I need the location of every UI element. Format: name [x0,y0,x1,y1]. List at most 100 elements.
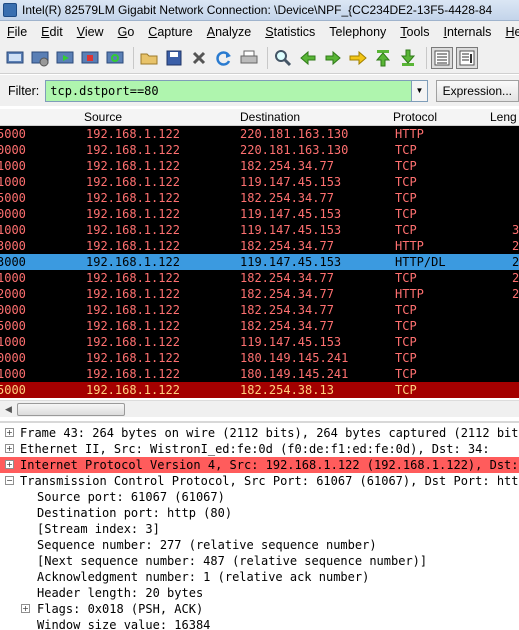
auto-scroll-button[interactable] [456,46,478,69]
menu-help[interactable]: Help [498,25,519,39]
detail-text: Ethernet II, Src: WistronI_ed:fe:0d (f0:… [20,442,490,456]
packet-destination: 182.254.34.77 [240,159,334,173]
packet-row[interactable]: 1000 192.168.1.122 180.149.145.241 TCP [0,366,519,382]
close-file-button[interactable] [188,47,210,69]
menu-internals[interactable]: Internals [436,25,498,39]
detail-tree-item[interactable]: Header length: 20 bytes [0,585,519,601]
packet-row[interactable]: 0000 192.168.1.122 119.147.45.153 TCP [0,206,519,222]
expression-button[interactable]: Expression... [435,79,519,102]
expand-icon[interactable]: + [5,444,14,453]
packet-row[interactable]: 1000 192.168.1.122 182.254.34.77 TCP 2 [0,270,519,286]
close-file-icon [192,51,206,64]
detail-text: Sequence number: 277 (relative sequence … [37,538,377,552]
packet-row[interactable]: 1000 192.168.1.122 182.254.34.77 TCP [0,158,519,174]
detail-text: Frame 43: 264 bytes on wire (2112 bits),… [20,426,519,440]
print-button[interactable] [238,47,260,69]
detail-tree-item[interactable]: + Flags: 0x018 (PSH, ACK) [0,601,519,617]
packet-row[interactable]: 0000 192.168.1.122 220.181.163.130 TCP [0,142,519,158]
packet-row[interactable]: 5000 192.168.1.122 182.254.38.13 TCP [0,382,519,398]
packet-row[interactable]: 5000 192.168.1.122 182.254.34.77 TCP [0,190,519,206]
detail-tree-item[interactable]: + Internet Protocol Version 4, Src: 192.1… [0,457,519,473]
detail-tree-item[interactable]: + Frame 43: 264 bytes on wire (2112 bits)… [0,425,519,441]
packet-destination: 220.181.163.130 [240,127,349,141]
detail-tree-item[interactable]: Acknowledgment number: 1 (relative ack n… [0,569,519,585]
interface-list-button[interactable] [4,47,26,69]
detail-tree-item[interactable]: [Stream index: 3] [0,521,519,537]
packet-source: 192.168.1.122 [86,207,180,221]
packet-time: 5000 [0,127,26,141]
packet-row[interactable]: 0000 192.168.1.122 180.149.145.241 TCP [0,350,519,366]
scroll-left-icon[interactable]: ◀ [1,402,16,417]
packet-list-hscrollbar[interactable]: ◀ [0,400,519,417]
column-header-protocol[interactable]: Protocol [393,110,437,124]
detail-tree-item[interactable]: Source port: 61067 (61067) [0,489,519,505]
packet-row[interactable]: 5000 192.168.1.122 220.181.163.130 HTTP [0,126,519,142]
go-back-button[interactable] [297,47,319,69]
packet-row[interactable]: 1000 192.168.1.122 119.147.45.153 TCP [0,174,519,190]
filter-dropdown-button[interactable]: ▼ [412,79,428,102]
menu-edit[interactable]: Edit [34,25,70,39]
detail-text: [Stream index: 3] [37,522,160,536]
packet-row[interactable]: 5000 192.168.1.122 182.254.34.77 TCP [0,318,519,334]
column-header-length[interactable]: Leng [490,110,517,124]
start-capture-button[interactable] [54,47,76,69]
packet-row[interactable]: 3000 192.168.1.122 182.254.34.77 HTTP 2 [0,238,519,254]
collapse-icon[interactable]: − [5,476,14,485]
stop-capture-button[interactable] [79,47,101,69]
packet-row[interactable]: 0000 192.168.1.122 182.254.34.77 TCP [0,302,519,318]
go-to-packet-button[interactable] [347,47,369,69]
packet-protocol: TCP [395,223,417,237]
packet-protocol: TCP [395,175,417,189]
packet-row[interactable]: 1000 192.168.1.122 119.147.45.153 TCP 3 [0,222,519,238]
capture-options-button[interactable] [29,47,51,69]
packet-row[interactable]: 3000 192.168.1.122 119.147.45.153 HTTP/DL 2 [0,254,519,270]
expand-icon[interactable]: + [21,604,30,613]
packet-source: 192.168.1.122 [86,143,180,157]
detail-tree-item[interactable]: Destination port: http (80) [0,505,519,521]
packet-length: 2 [512,287,519,301]
go-forward-button[interactable] [322,47,344,69]
packet-list[interactable]: 5000 192.168.1.122 220.181.163.130 HTTP 0000… [0,126,519,398]
window-title: Intel(R) 82579LM Gigabit Network Connect… [22,3,493,17]
packet-destination: 182.254.34.77 [240,271,334,285]
colorize-button[interactable] [431,46,453,69]
expand-icon[interactable]: + [5,460,14,469]
column-header-destination[interactable]: Destination [240,110,300,124]
packet-details-pane[interactable]: + Frame 43: 264 bytes on wire (2112 bits)… [0,421,519,630]
restart-capture-button[interactable] [104,47,126,69]
packet-destination: 182.254.34.77 [240,239,334,253]
detail-tree-item[interactable]: − Transmission Control Protocol, Src Port… [0,473,519,489]
packet-row[interactable]: 2000 192.168.1.122 182.254.34.77 HTTP 2 [0,286,519,302]
colorize-icon [434,50,450,65]
menu-tools[interactable]: Tools [393,25,436,39]
scrollbar-thumb[interactable] [17,403,125,416]
detail-tree-item[interactable]: Window size value: 16384 [0,617,519,630]
packet-row[interactable]: 1000 192.168.1.122 119.147.45.153 TCP [0,334,519,350]
find-packet-button[interactable] [272,47,294,69]
detail-tree-item[interactable]: + Ethernet II, Src: WistronI_ed:fe:0d (f0… [0,441,519,457]
reload-button[interactable] [213,47,235,69]
menu-telephony[interactable]: Telephony [322,25,393,39]
go-first-packet-button[interactable] [372,47,394,69]
packet-time: 3000 [0,255,26,269]
column-header-source[interactable]: Source [84,110,122,124]
go-back-icon [300,50,316,65]
menu-analyze[interactable]: Analyze [200,25,258,39]
save-file-button[interactable] [163,47,185,69]
detail-tree-item[interactable]: [Next sequence number: 487 (relative seq… [0,553,519,569]
menu-file[interactable]: File [0,25,34,39]
display-filter-input[interactable]: tcp.dstport==80 [45,79,413,102]
menu-view[interactable]: View [70,25,111,39]
open-file-button[interactable] [138,47,160,69]
expand-icon[interactable]: + [5,428,14,437]
packet-time: 3000 [0,239,26,253]
menu-go[interactable]: Go [111,25,142,39]
packet-time: 1000 [0,223,26,237]
detail-tree-item[interactable]: Sequence number: 277 (relative sequence … [0,537,519,553]
menu-statistics[interactable]: Statistics [258,25,322,39]
detail-text: Header length: 20 bytes [37,586,204,600]
menu-capture[interactable]: Capture [141,25,199,39]
go-last-packet-button[interactable] [397,47,419,69]
packet-time: 0000 [0,303,26,317]
detail-text: Source port: 61067 (61067) [37,490,225,504]
